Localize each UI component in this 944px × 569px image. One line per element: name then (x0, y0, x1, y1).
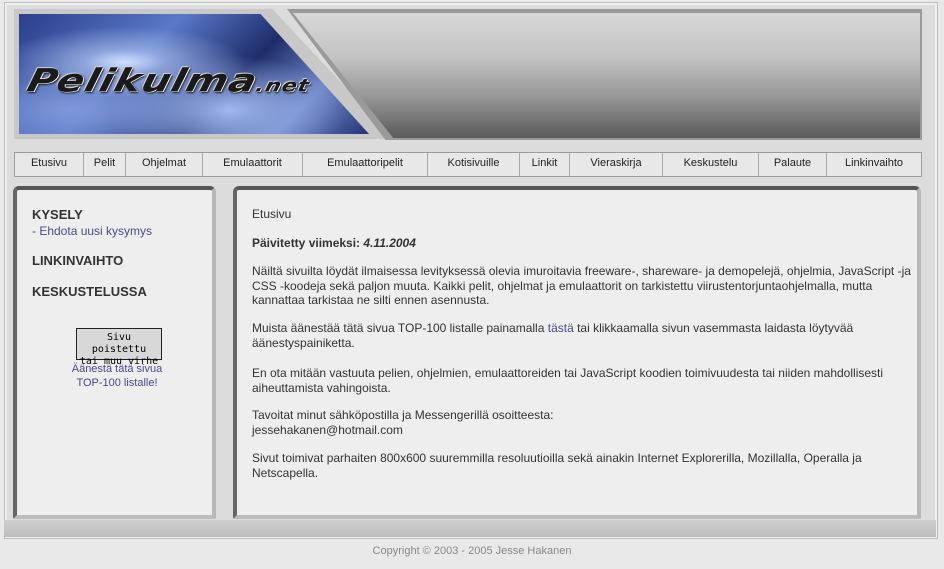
nav-item-emulaattorit[interactable]: Emulaattorit (203, 153, 303, 176)
compatibility-paragraph: Sivut toimivat parhaiten 800x600 suuremm… (252, 451, 862, 480)
logo-suffix: .net (253, 76, 312, 97)
nav-item-ohjelmat[interactable]: Ohjelmat (126, 153, 203, 176)
suggest-question-link[interactable]: - Ehdota uusi kysymys (32, 224, 152, 238)
nav-item-keskustelu[interactable]: Keskustelu (663, 153, 759, 176)
nav-item-linkit[interactable]: Linkit (520, 153, 570, 176)
frame-bottom-bar (4, 520, 936, 537)
link-exchange-heading[interactable]: LINKINVAIHTO (32, 253, 123, 268)
intro-paragraph: Näiltä sivuilta löydät ilmaisessa levity… (252, 264, 911, 307)
poll-heading[interactable]: KYSELY (32, 207, 83, 222)
updated-date: 4.11.2004 (363, 236, 416, 250)
vote-text-line2[interactable]: TOP-100 listalle! (37, 376, 197, 390)
contact-paragraph: Tavoitat minut sähköpostilla ja Messenge… (252, 408, 554, 422)
nav-item-kotisivuille[interactable]: Kotisivuille (428, 153, 520, 176)
banner-gradient (293, 13, 920, 138)
contact-email[interactable]: jessehakanen@hotmail.com (252, 423, 912, 438)
sidebar-panel: KYSELY - Ehdota uusi kysymys LINKINVAIHT… (13, 186, 216, 519)
vote-text-line1[interactable]: Äänestä tätä sivua (37, 362, 197, 376)
nav-item-vieraskirja[interactable]: Vieraskirja (570, 153, 663, 176)
vote-paragraph: Muista äänestää tätä sivua TOP-100 lista… (252, 321, 912, 350)
disclaimer-paragraph: En ota mitään vastuuta pelien, ohjelmien… (252, 366, 884, 395)
logo-text: Pelikulma (23, 62, 262, 100)
nav-item-linkinvaihto[interactable]: Linkinvaihto (827, 153, 921, 176)
updated-label: Päivitetty viimeksi: (252, 236, 361, 250)
nav-item-etusivu[interactable]: Etusivu (15, 153, 84, 176)
page-title: Etusivu (252, 207, 292, 221)
vote-box-line1: Sivu poistettu (91, 332, 147, 355)
nav-item-emulaattoripelit[interactable]: Emulaattoripelit (303, 153, 428, 176)
main-content-panel: Etusivu Päivitetty viimeksi: 4.11.2004 N… (233, 186, 921, 519)
nav-item-palaute[interactable]: Palaute (759, 153, 827, 176)
nav-item-pelit[interactable]: Pelit (84, 153, 126, 176)
footer-copyright: Copyright © 2003 - 2005 Jesse Hakanen (372, 545, 572, 557)
site-logo[interactable]: Pelikulma.net (23, 63, 315, 100)
vote-paragraph-text: Muista äänestää tätä sivua TOP-100 lista… (252, 321, 548, 335)
updated-line: Päivitetty viimeksi: 4.11.2004 (252, 236, 912, 251)
main-nav: Etusivu Pelit Ohjelmat Emulaattorit Emul… (14, 152, 922, 177)
discussion-heading[interactable]: KESKUSTELUSSA (32, 284, 147, 299)
vote-here-link[interactable]: tästä (548, 321, 574, 335)
top100-vote-button[interactable]: Sivu poistettu tai muu virhe (76, 328, 162, 367)
